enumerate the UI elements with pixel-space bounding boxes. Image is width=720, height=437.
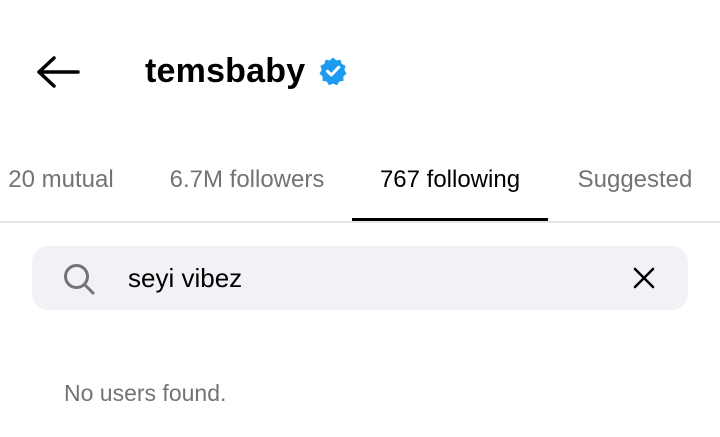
arrow-left-icon [37, 56, 80, 88]
no-results-message: No users found. [64, 380, 227, 406]
verified-badge-icon [318, 56, 348, 86]
follow-tabs: 20 mutual 6.7M followers 767 following S… [0, 140, 720, 222]
tab-followers[interactable]: 6.7M followers [150, 140, 344, 220]
following-page: temsbaby 20 mutual 6.7M followers 767 fo… [0, 0, 720, 437]
search-bar[interactable] [32, 246, 688, 310]
tab-mutual[interactable]: 20 mutual [0, 140, 122, 220]
back-button[interactable] [26, 48, 86, 96]
tab-suggested[interactable]: Suggested [560, 140, 710, 220]
clear-search-button[interactable] [626, 260, 662, 296]
profile-header: temsbaby [145, 48, 348, 94]
close-icon [633, 267, 655, 289]
tab-following[interactable]: 767 following [352, 140, 548, 220]
tabs-divider [0, 221, 720, 223]
search-input[interactable] [128, 254, 608, 302]
profile-username: temsbaby [145, 51, 306, 90]
search-icon [64, 264, 95, 295]
